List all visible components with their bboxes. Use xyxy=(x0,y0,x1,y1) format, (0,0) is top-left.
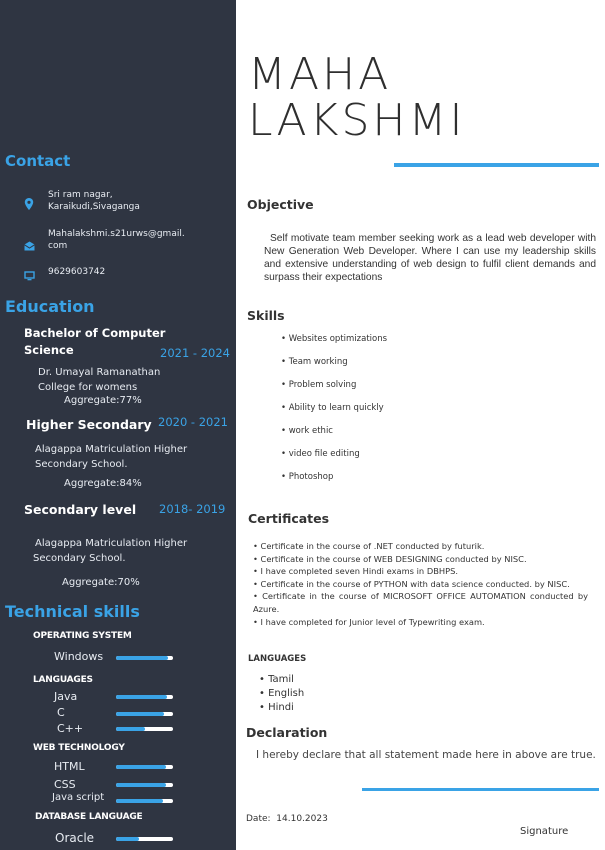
skill-level-fill xyxy=(116,656,169,660)
edu-school: Alagappa Matriculation Higher xyxy=(35,444,188,455)
monitor-icon xyxy=(24,266,35,285)
skill-item-label: C++ xyxy=(57,722,84,735)
skill-item-label: Oracle xyxy=(55,831,95,845)
skill-item: • Photoshop xyxy=(281,472,334,482)
certificate-item: • Certificate in the course of WEB DESIG… xyxy=(253,553,527,564)
language-item: • Tamil xyxy=(259,674,294,685)
edu-degree-line-2: Science xyxy=(24,343,74,357)
declaration-title: Declaration xyxy=(246,725,328,740)
edu-years: 2020 - 2021 xyxy=(158,415,228,429)
language-item: • English xyxy=(259,688,305,699)
skill-level-fill xyxy=(116,727,145,731)
skill-level-fill xyxy=(116,695,168,699)
skill-item-label: Windows xyxy=(54,650,104,663)
footer-accent-line xyxy=(362,788,599,791)
edu-school-line-2: College for womens xyxy=(38,382,138,393)
skill-item-label: CSS xyxy=(54,778,76,791)
edu-aggregate: Aggregate:77% xyxy=(64,395,142,406)
objective-text: Self motivate team member seeking work a… xyxy=(264,233,596,283)
certificate-item: • Certificate in the course of .NET cond… xyxy=(253,541,485,551)
skill-level-bar xyxy=(116,837,173,841)
edu-degree: Secondary level xyxy=(24,502,137,517)
skill-item-label: Java xyxy=(54,690,78,703)
name-first: MAHA xyxy=(248,49,392,100)
skill-item-label: HTML xyxy=(54,760,85,773)
languages-list: • Tamil • English • Hindi xyxy=(259,673,304,715)
edu-school-line-2: Secondary School. xyxy=(35,459,128,470)
address-line-1: Sri ram nagar, xyxy=(48,190,113,200)
certificate-item: • I have completed for Junior level of T… xyxy=(253,616,485,627)
name-last: LAKSHMI xyxy=(248,95,466,146)
skill-category-title: OPERATING SYSTEM xyxy=(33,631,132,641)
skill-item-label: C xyxy=(57,706,65,719)
skill-level-bar xyxy=(116,799,173,803)
edu-degree: Higher Secondary xyxy=(26,417,152,432)
skill-level-bar xyxy=(116,656,173,660)
mail-icon xyxy=(24,236,35,255)
language-item: • Hindi xyxy=(259,702,294,713)
edu-aggregate: Aggregate:84% xyxy=(64,478,142,489)
skill-level-bar xyxy=(116,783,173,787)
edu-years: 2021 - 2024 xyxy=(160,346,230,360)
certificates-title: Certificates xyxy=(248,511,330,526)
map-pin-icon xyxy=(24,195,34,214)
header-accent-line xyxy=(394,163,599,167)
edu-school: Alagappa Matriculation Higher xyxy=(35,538,188,549)
skill-level-bar xyxy=(116,727,173,731)
skill-level-bar xyxy=(116,765,173,769)
contact-title: Contact xyxy=(5,152,71,170)
skill-level-fill xyxy=(116,837,139,841)
signature-label: Signature xyxy=(520,826,569,837)
skill-item: • Problem solving xyxy=(281,380,357,390)
edu-degree: Bachelor of Computer xyxy=(24,326,166,340)
objective-title: Objective xyxy=(247,197,314,212)
skill-item: • Websites optimizations xyxy=(281,334,388,344)
skill-item: • Team working xyxy=(281,357,348,367)
sidebar: Contact Sri ram nagar, Karaikudi,Sivagan… xyxy=(0,0,236,850)
email-line-1: Mahalakshmi.s21urws@gmail. xyxy=(48,229,185,239)
edu-school-line-2: Secondary School. xyxy=(33,553,126,564)
skills-title: Skills xyxy=(247,308,285,323)
skill-category-title: WEB TECHNOLOGY xyxy=(33,743,125,753)
skill-category-title: LANGUAGES xyxy=(33,675,93,685)
email-line-2: com xyxy=(48,241,68,251)
phone-number: 9629603742 xyxy=(48,267,106,277)
skill-level-fill xyxy=(116,712,165,716)
date-line: Date: 14.10.2023 xyxy=(246,814,328,824)
skill-level-bar xyxy=(116,695,173,699)
date-value: 14.10.2023 xyxy=(276,814,328,824)
technical-skills-title: Technical skills xyxy=(5,602,140,621)
certificate-item: • I have completed seven Hindi exams in … xyxy=(253,566,459,577)
skill-level-bar xyxy=(116,712,173,716)
certificates-list: • Certificate in the course of .NET cond… xyxy=(253,540,588,628)
address-line-2: Karaikudi,Sivaganga xyxy=(48,202,140,212)
edu-years: 2018- 2019 xyxy=(159,502,226,516)
certificate-item: • Certificate in the course of MICROSOFT… xyxy=(253,591,589,614)
skill-level-fill xyxy=(116,765,167,769)
declaration-text: I hereby declare that all statement made… xyxy=(256,749,596,761)
skill-level-fill xyxy=(116,783,167,787)
edu-aggregate: Aggregate:70% xyxy=(62,577,140,588)
skill-item: • video file editing xyxy=(281,449,360,459)
certificate-item: • Certificate in the course of PYTHON wi… xyxy=(253,578,570,589)
skill-level-fill xyxy=(116,799,163,803)
date-label: Date: xyxy=(246,814,271,824)
skill-item: • Ability to learn quickly xyxy=(281,403,384,413)
skill-item-label: Java script xyxy=(52,792,105,803)
skill-category-title: DATABASE LANGUAGE xyxy=(35,812,143,822)
edu-school: Dr. Umayal Ramanathan xyxy=(38,367,161,378)
skill-item: • work ethic xyxy=(281,426,333,436)
languages-title: LANGUAGES xyxy=(248,654,307,664)
education-title: Education xyxy=(5,297,95,316)
